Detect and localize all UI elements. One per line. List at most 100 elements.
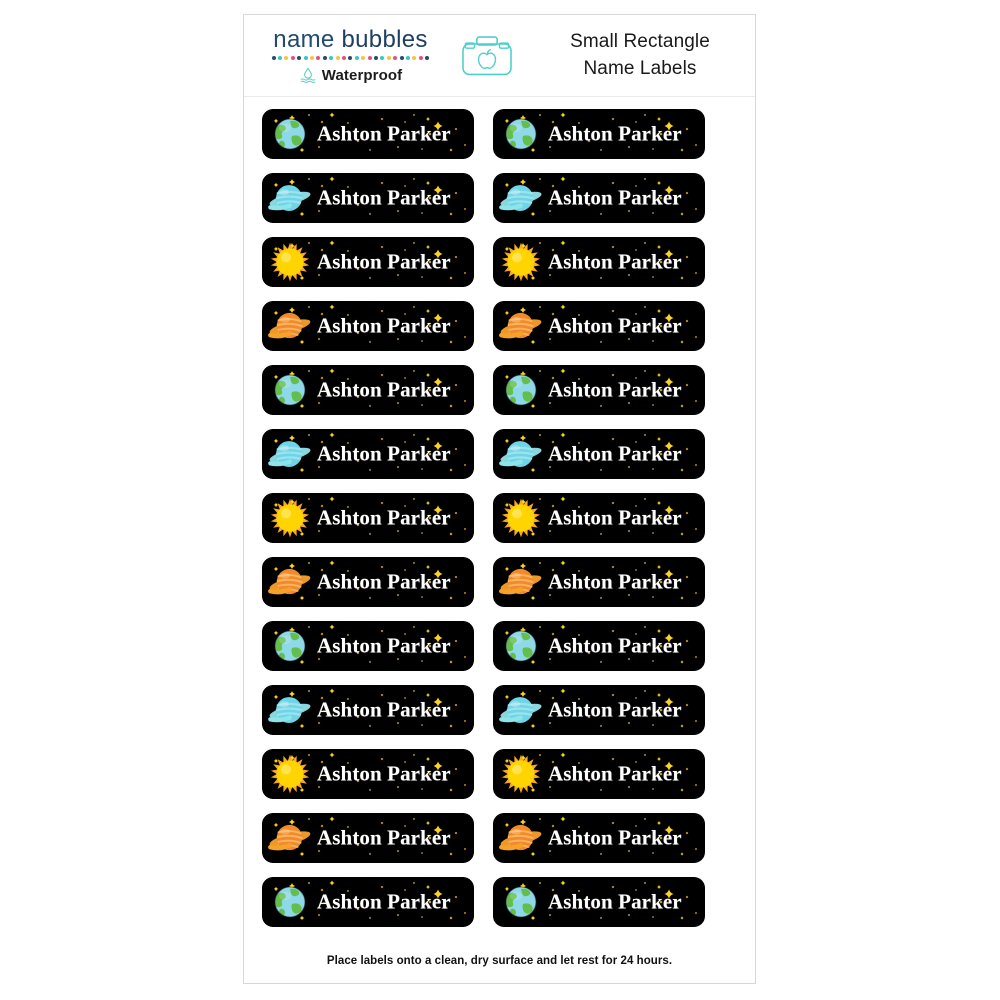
earth-planet-icon — [501, 626, 541, 666]
water-droplet-icon — [299, 67, 317, 84]
brand-dot — [380, 56, 385, 61]
label-name-text: Ashton Parker — [317, 761, 451, 786]
sun-icon — [500, 497, 542, 539]
blue-ringed-planet-icon — [498, 178, 544, 218]
name-label[interactable]: Ashton Parker — [262, 621, 474, 671]
name-label[interactable]: Ashton Parker — [262, 429, 474, 479]
label-name-text: Ashton Parker — [317, 441, 451, 466]
saturn-planet-icon — [267, 562, 313, 602]
name-label[interactable]: Ashton Parker — [262, 365, 474, 415]
name-label[interactable]: Ashton Parker — [262, 749, 474, 799]
saturn-planet-icon — [267, 306, 313, 346]
sheet-header: name bubbles Waterproof Small Rectangle … — [244, 15, 755, 97]
waterproof-badge: Waterproof — [299, 67, 402, 84]
name-label[interactable]: Ashton Parker — [493, 685, 705, 735]
screenshot-root: name bubbles Waterproof Small Rectangle … — [0, 0, 1000, 1000]
brand-dot — [386, 56, 391, 61]
label-name-text: Ashton Parker — [548, 505, 682, 530]
brand-dot — [309, 56, 314, 61]
label-name-text: Ashton Parker — [548, 633, 682, 658]
brand-dot-row — [271, 56, 430, 61]
brand-dot — [367, 56, 372, 61]
brand-dot — [361, 56, 366, 61]
label-name-text: Ashton Parker — [548, 761, 682, 786]
brand-dot — [316, 56, 321, 61]
product-title-line-2: Name Labels — [583, 57, 697, 79]
brand-word-name: name — [273, 26, 335, 54]
brand-dot — [297, 56, 302, 61]
waterproof-label: Waterproof — [321, 66, 403, 84]
name-label[interactable]: Ashton Parker — [262, 813, 474, 863]
product-title-line-1: Small Rectangle — [570, 30, 710, 52]
label-name-text: Ashton Parker — [548, 185, 682, 210]
lunchbox-apple-icon — [459, 32, 515, 80]
brand-dot — [374, 56, 378, 61]
label-name-text: Ashton Parker — [317, 505, 451, 530]
name-label[interactable]: Ashton Parker — [493, 109, 705, 159]
earth-planet-icon — [270, 370, 310, 410]
label-name-text: Ashton Parker — [548, 825, 682, 850]
brand-dot — [303, 56, 308, 61]
name-label[interactable]: Ashton Parker — [262, 557, 474, 607]
footer-instruction: Place labels onto a clean, dry surface a… — [326, 955, 673, 967]
label-name-text: Ashton Parker — [317, 825, 451, 850]
earth-planet-icon — [270, 114, 310, 154]
brand-dot — [418, 56, 423, 61]
name-label[interactable]: Ashton Parker — [493, 493, 705, 543]
label-name-text: Ashton Parker — [548, 441, 682, 466]
brand-dot — [399, 56, 404, 61]
name-label[interactable]: Ashton Parker — [262, 173, 474, 223]
label-name-text: Ashton Parker — [548, 249, 682, 274]
label-name-text: Ashton Parker — [317, 121, 451, 146]
name-label[interactable]: Ashton Parker — [262, 237, 474, 287]
brand-dot — [348, 56, 353, 61]
brand-dot — [335, 56, 340, 61]
name-label[interactable]: Ashton Parker — [262, 109, 474, 159]
name-label[interactable]: Ashton Parker — [493, 621, 705, 671]
label-name-text: Ashton Parker — [548, 121, 682, 146]
label-name-text: Ashton Parker — [548, 569, 682, 594]
label-sheet: name bubbles Waterproof Small Rectangle … — [243, 14, 756, 984]
blue-ringed-planet-icon — [498, 690, 544, 730]
name-label[interactable]: Ashton Parker — [262, 685, 474, 735]
name-label[interactable]: Ashton Parker — [493, 237, 705, 287]
label-name-text: Ashton Parker — [317, 377, 451, 402]
name-label[interactable]: Ashton Parker — [493, 557, 705, 607]
name-label[interactable]: Ashton Parker — [262, 301, 474, 351]
saturn-planet-icon — [267, 818, 313, 858]
brand-dot — [354, 56, 359, 61]
saturn-planet-icon — [498, 818, 544, 858]
sun-icon — [500, 241, 542, 283]
name-label[interactable]: Ashton Parker — [493, 173, 705, 223]
sun-icon — [269, 753, 311, 795]
blue-ringed-planet-icon — [267, 690, 313, 730]
label-grid: Ashton Parker Ashton Parker Ashton Parke… — [244, 97, 755, 927]
label-name-text: Ashton Parker — [548, 377, 682, 402]
brand-dot — [341, 56, 346, 61]
label-name-text: Ashton Parker — [317, 889, 451, 914]
brand-dot — [406, 56, 411, 61]
brand-dot — [284, 56, 289, 61]
brand-dot — [393, 56, 398, 61]
label-name-text: Ashton Parker — [548, 313, 682, 338]
blue-ringed-planet-icon — [267, 434, 313, 474]
brand-dot — [425, 56, 430, 61]
name-label[interactable]: Ashton Parker — [493, 365, 705, 415]
earth-planet-icon — [270, 626, 310, 666]
brand-dot — [322, 56, 327, 61]
name-label[interactable]: Ashton Parker — [262, 877, 474, 927]
brand-dot — [290, 56, 295, 61]
earth-planet-icon — [501, 370, 541, 410]
name-label[interactable]: Ashton Parker — [493, 429, 705, 479]
sun-icon — [269, 241, 311, 283]
name-label[interactable]: Ashton Parker — [493, 877, 705, 927]
name-label[interactable]: Ashton Parker — [493, 813, 705, 863]
name-label[interactable]: Ashton Parker — [262, 493, 474, 543]
brand-word-bubbles: bubbles — [341, 26, 428, 54]
name-label[interactable]: Ashton Parker — [493, 301, 705, 351]
brand-dot — [277, 56, 282, 61]
name-label[interactable]: Ashton Parker — [493, 749, 705, 799]
brand-wordmark: name bubbles — [273, 27, 427, 52]
label-name-text: Ashton Parker — [317, 697, 451, 722]
sun-icon — [269, 497, 311, 539]
